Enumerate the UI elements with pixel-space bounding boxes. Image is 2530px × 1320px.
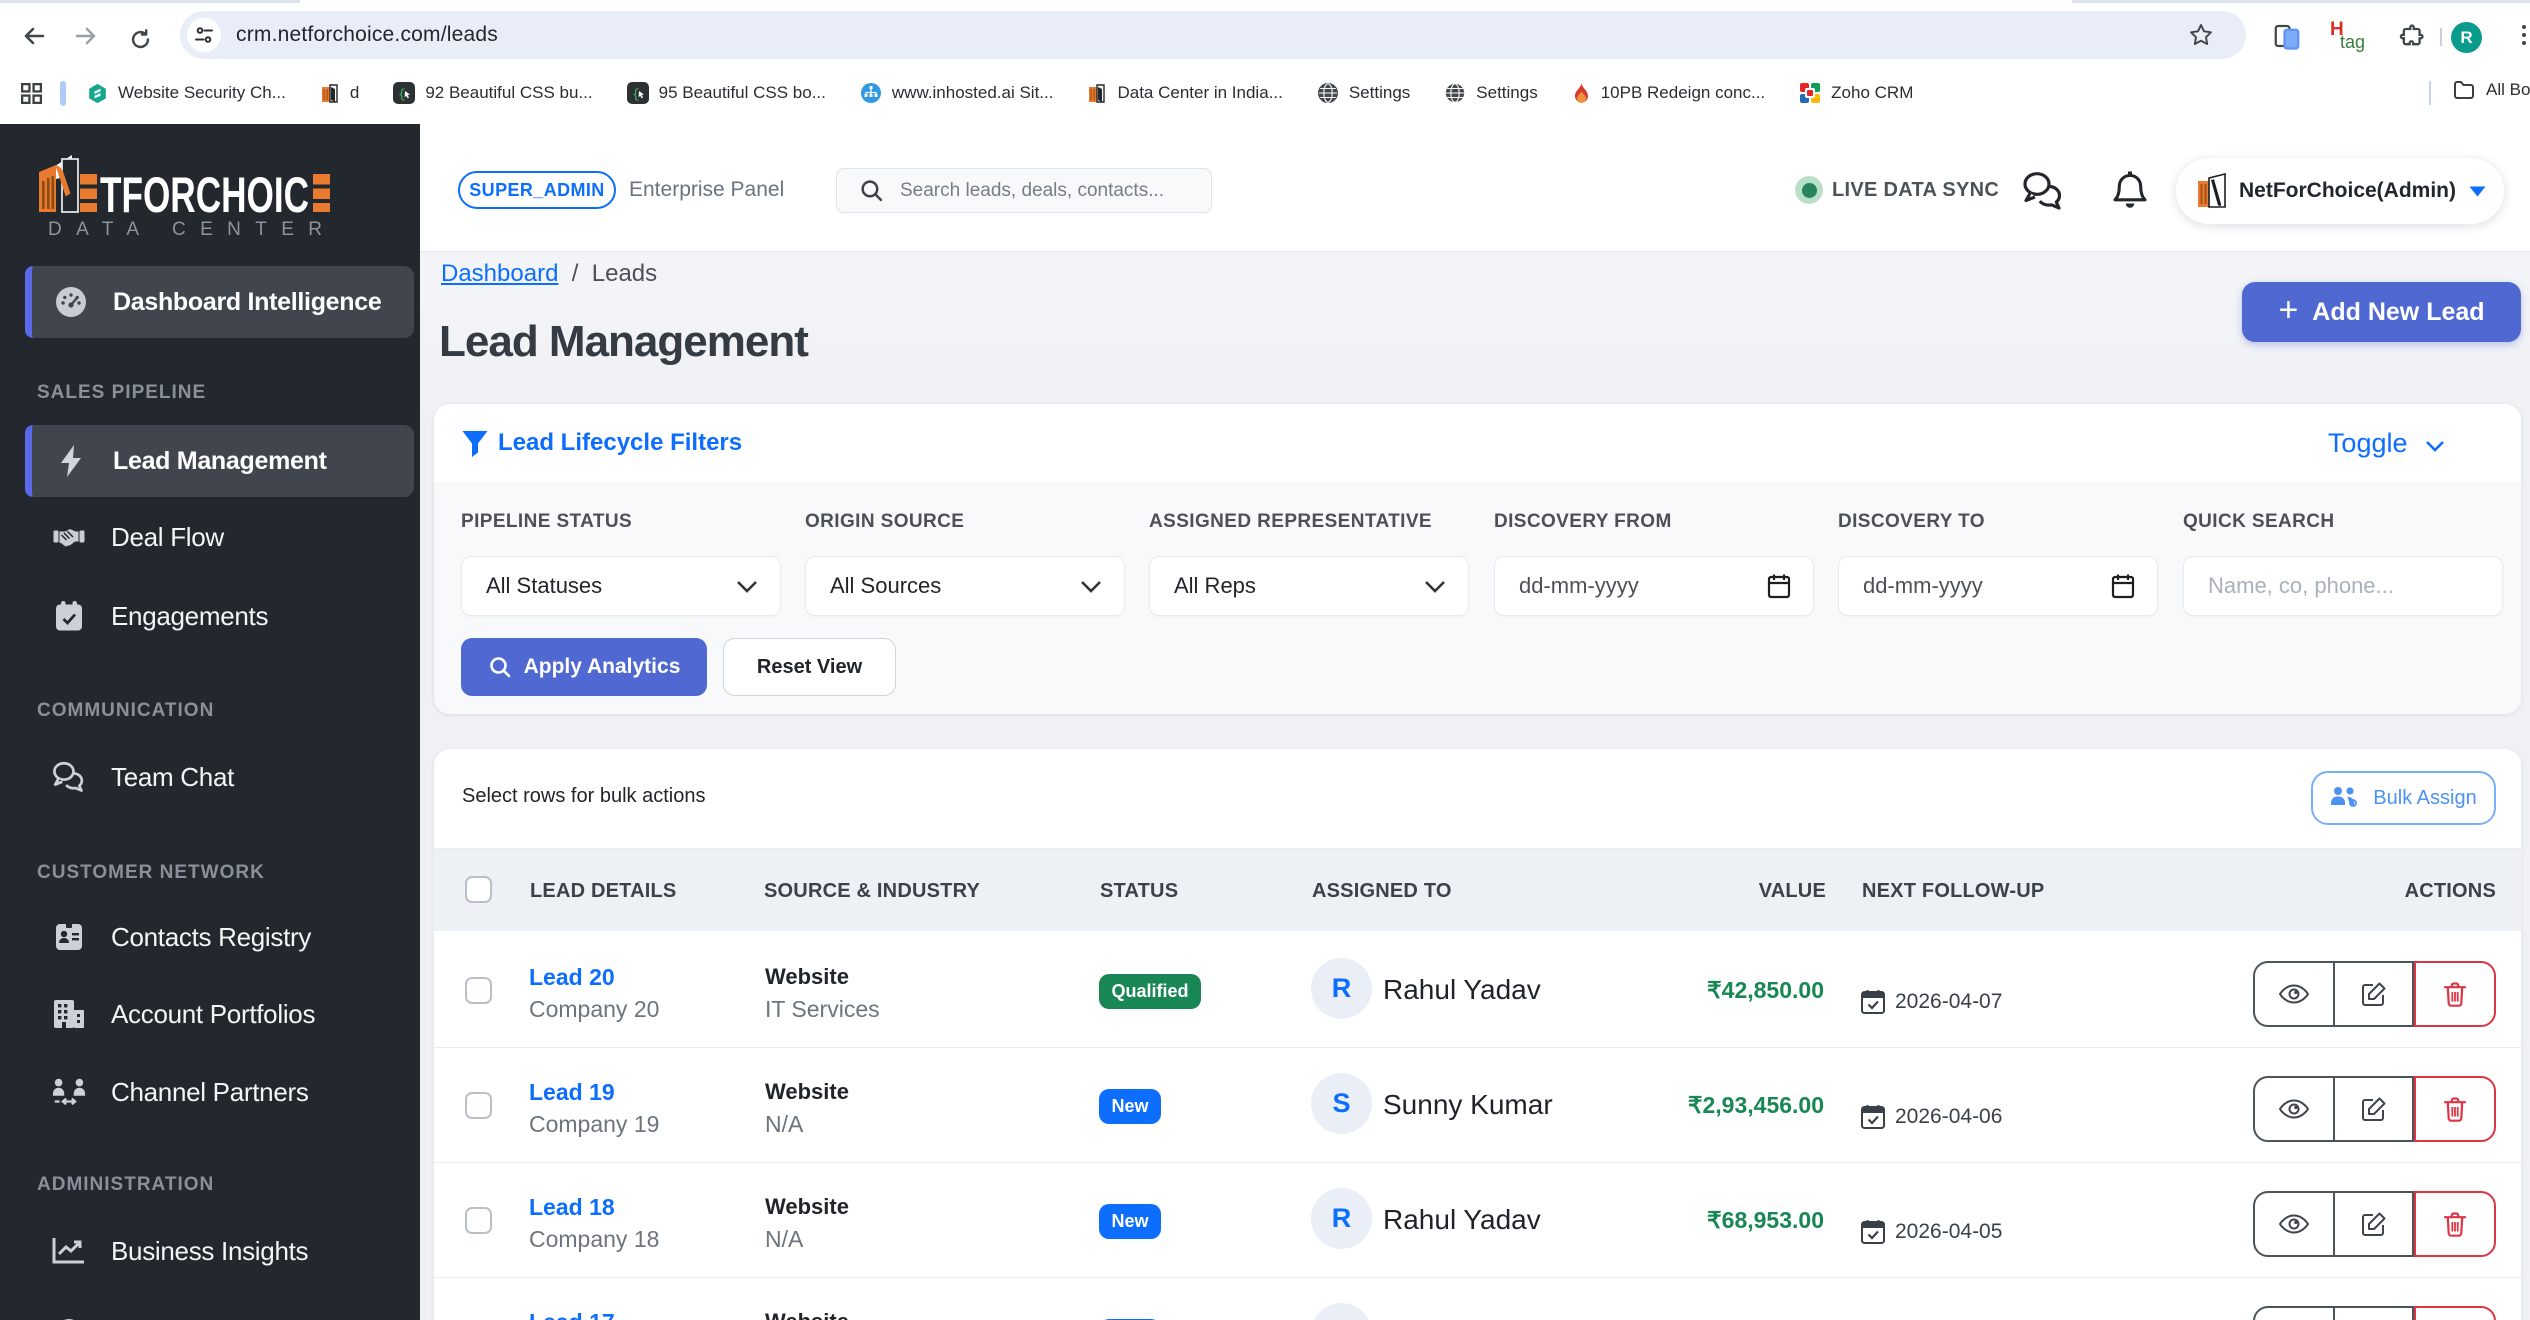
svg-text:DATA CENTER: DATA CENTER — [48, 219, 322, 239]
svg-text:{: { — [632, 87, 640, 102]
svg-text:{: { — [398, 87, 406, 102]
svg-text:TFORCHOIC: TFORCHOIC — [100, 167, 309, 223]
